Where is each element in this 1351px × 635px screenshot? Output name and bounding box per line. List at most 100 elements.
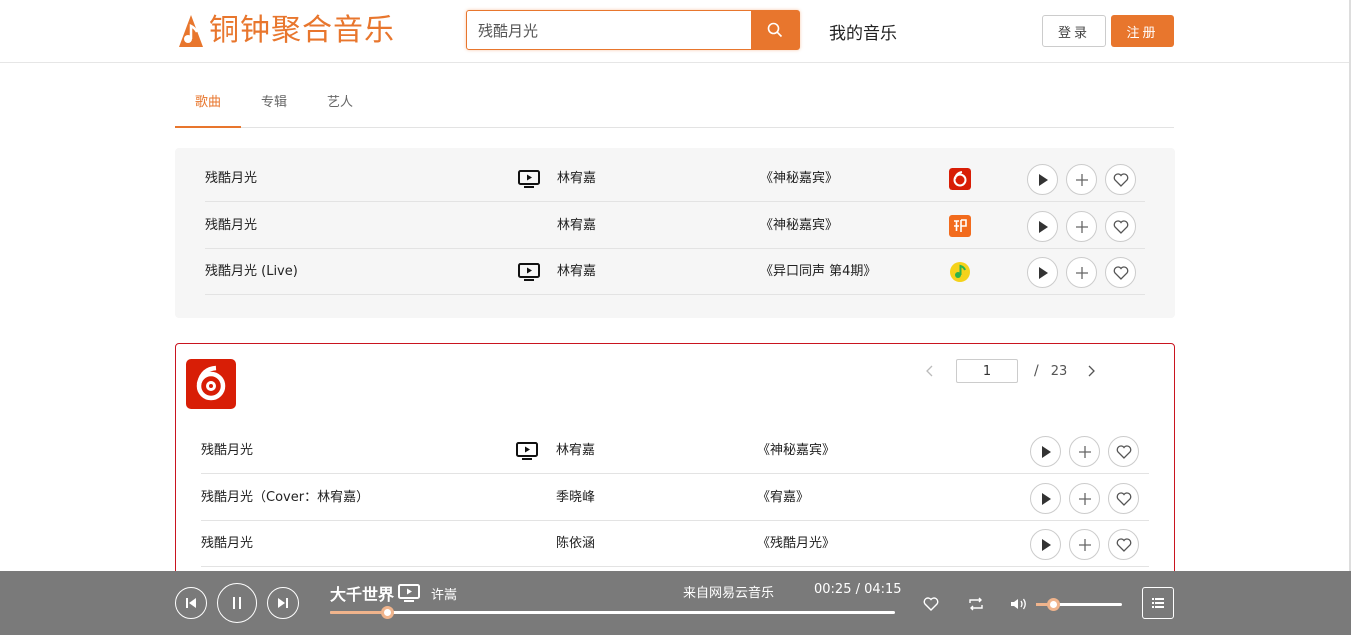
song-title[interactable]: 残酷月光 (Live) [205, 249, 298, 295]
list-item[interactable]: 残酷月光 陈依涵 《残酷月光》 [201, 521, 1149, 567]
favorite-button[interactable] [1108, 483, 1139, 514]
play-button[interactable] [1030, 436, 1061, 467]
song-album[interactable]: 《宥嘉》 [757, 475, 809, 521]
favorite-button[interactable] [1105, 257, 1136, 288]
play-icon [1041, 445, 1051, 458]
add-button[interactable] [1069, 529, 1100, 560]
song-artist[interactable]: 林宥嘉 [557, 249, 596, 295]
favorite-button[interactable] [1108, 436, 1139, 467]
song-artist[interactable]: 林宥嘉 [557, 203, 596, 249]
tab-songs[interactable]: 歌曲 [175, 80, 242, 128]
favorite-button[interactable] [922, 595, 940, 613]
next-button[interactable] [267, 587, 299, 619]
pagination: / 23 [926, 359, 1096, 383]
chevron-left-icon[interactable] [926, 365, 934, 377]
search-icon [767, 22, 783, 38]
brand-logo[interactable]: 铜钟聚合音乐 [175, 12, 395, 50]
heart-icon [1113, 172, 1128, 187]
list-item[interactable]: 残酷月光 林宥嘉 《神秘嘉宾》 [201, 428, 1149, 474]
play-button[interactable] [1027, 211, 1058, 242]
heart-icon [1116, 491, 1131, 506]
volume-handle[interactable] [1047, 598, 1061, 611]
chevron-right-icon[interactable] [1087, 365, 1096, 377]
search-input[interactable] [467, 11, 751, 49]
add-button[interactable] [1066, 257, 1097, 288]
list-item[interactable]: 残酷月光 (Live) 林宥嘉 《异口同声 第4期》 [205, 249, 1145, 295]
volume-slider[interactable] [1036, 598, 1122, 611]
pause-button[interactable] [217, 583, 257, 623]
song-artist[interactable]: 季晓峰 [556, 475, 595, 521]
play-icon [1041, 492, 1051, 505]
qq-music-icon [950, 262, 970, 282]
song-artist[interactable]: 林宥嘉 [557, 156, 596, 202]
netease-results-panel: / 23 残酷月光 林宥嘉 《神秘嘉宾》 残酷月光（Cover：林宥嘉） 季晓峰… [175, 343, 1175, 583]
music-note-logo-icon [179, 15, 203, 47]
heart-icon [1116, 537, 1131, 552]
favorite-button[interactable] [1105, 164, 1136, 195]
plus-icon [1078, 538, 1091, 551]
play-button[interactable] [1027, 257, 1058, 288]
song-title[interactable]: 残酷月光 [201, 521, 253, 567]
playback-time: 00:25 / 04:15 [814, 582, 902, 597]
play-button[interactable] [1030, 529, 1061, 560]
netease-icon [949, 168, 971, 190]
progress-bar[interactable] [330, 606, 895, 619]
song-album[interactable]: 《神秘嘉宾》 [760, 156, 838, 202]
add-button[interactable] [1069, 436, 1100, 467]
song-title[interactable]: 残酷月光 [205, 203, 257, 249]
login-button[interactable]: 登录 [1042, 15, 1106, 47]
page-total: 23 [1050, 363, 1068, 379]
song-artist[interactable]: 陈依涵 [556, 521, 595, 567]
song-artist[interactable]: 林宥嘉 [556, 428, 595, 474]
netease-icon [186, 359, 236, 409]
heart-icon [1113, 265, 1128, 280]
repeat-button[interactable] [967, 595, 985, 613]
mv-icon[interactable] [516, 442, 538, 460]
mv-icon[interactable] [518, 263, 540, 281]
search-button[interactable] [751, 11, 799, 49]
add-button[interactable] [1069, 483, 1100, 514]
play-icon [1038, 266, 1048, 279]
add-button[interactable] [1066, 164, 1097, 195]
mv-icon[interactable] [518, 170, 540, 188]
plus-icon [1078, 492, 1091, 505]
favorite-button[interactable] [1108, 529, 1139, 560]
register-button[interactable]: 注册 [1111, 15, 1174, 47]
mv-icon[interactable] [398, 584, 420, 602]
song-album[interactable]: 《神秘嘉宾》 [760, 203, 838, 249]
list-item[interactable]: 残酷月光 林宥嘉 《神秘嘉宾》 [205, 156, 1145, 202]
heart-icon [1113, 219, 1128, 234]
playlist-button[interactable] [1142, 587, 1174, 619]
song-album[interactable]: 《异口同声 第4期》 [760, 249, 876, 295]
pause-icon [233, 597, 241, 609]
song-title[interactable]: 残酷月光 [201, 428, 253, 474]
list-item[interactable]: 残酷月光 林宥嘉 《神秘嘉宾》 [205, 203, 1145, 249]
progress-handle[interactable] [380, 606, 394, 619]
now-playing-artist[interactable]: 许嵩 [431, 584, 457, 603]
play-button[interactable] [1030, 483, 1061, 514]
brand-name: 铜钟聚合音乐 [209, 13, 395, 48]
previous-button[interactable] [175, 587, 207, 619]
song-title[interactable]: 残酷月光（Cover：林宥嘉） [201, 475, 369, 521]
song-album[interactable]: 《残酷月光》 [757, 521, 835, 567]
skip-previous-icon [186, 598, 196, 608]
add-button[interactable] [1066, 211, 1097, 242]
nav-my-music[interactable]: 我的音乐 [829, 19, 897, 44]
plus-icon [1075, 173, 1088, 186]
now-playing-title[interactable]: 大千世界 [330, 581, 394, 605]
play-button[interactable] [1027, 164, 1058, 195]
tab-artists[interactable]: 艺人 [307, 80, 373, 128]
top-results-panel: 残酷月光 林宥嘉 《神秘嘉宾》 残酷月光 林宥嘉 《神秘嘉宾》 残酷月光 (Li… [175, 148, 1175, 318]
progress-fill [330, 611, 387, 614]
xiami-icon [949, 215, 971, 237]
tab-albums[interactable]: 专辑 [241, 80, 307, 128]
play-icon [1038, 220, 1048, 233]
favorite-button[interactable] [1105, 211, 1136, 242]
volume-button[interactable] [1009, 595, 1029, 613]
page-number-input[interactable] [956, 359, 1018, 383]
song-title[interactable]: 残酷月光 [205, 156, 257, 202]
list-item[interactable]: 残酷月光（Cover：林宥嘉） 季晓峰 《宥嘉》 [201, 475, 1149, 521]
song-album[interactable]: 《神秘嘉宾》 [757, 428, 835, 474]
page-separator: / [1034, 363, 1039, 379]
heart-icon [923, 597, 939, 611]
